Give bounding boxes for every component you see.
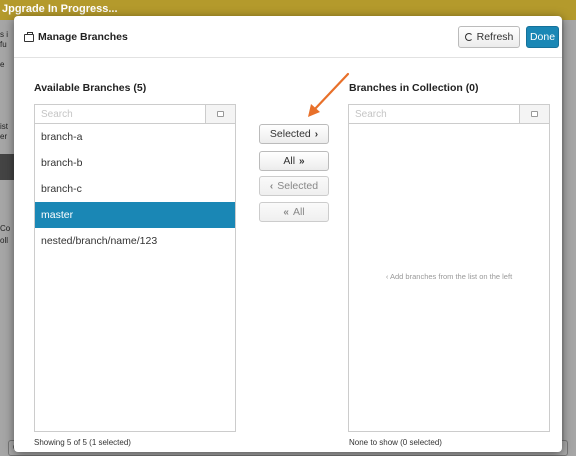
refresh-label: Refresh [476,31,514,43]
collection-search-input[interactable] [349,105,519,123]
remove-all-button[interactable]: « All [259,202,329,222]
modal-header: Manage Branches Refresh Done [14,16,562,58]
background-right-strip [564,20,576,456]
collection-branches-title: Branches in Collection (0) [349,82,479,94]
checkbox-icon [217,111,224,117]
manage-branches-modal: Manage Branches Refresh Done Available B… [14,16,562,452]
background-dark-block [0,154,14,180]
available-select-all-toggle[interactable] [205,105,235,123]
list-item[interactable]: branch-b [35,150,235,176]
double-chevron-right-icon: » [299,155,305,167]
empty-list-message: ‹ Add branches from the list on the left [349,272,549,281]
move-selected-label: Selected [269,128,311,140]
background-fragment: fu [0,40,7,49]
remove-selected-label: Selected [277,180,319,192]
collection-branches-list: ‹ Add branches from the list on the left [348,124,550,432]
background-fragment: e [0,60,5,69]
chevron-right-icon: › [314,128,319,140]
available-search-box [34,104,236,124]
move-all-button[interactable]: All » [259,151,329,171]
available-status: Showing 5 of 5 (1 selected) [34,438,131,447]
upgrade-banner-text: Jpgrade In Progress... [2,3,118,15]
collection-search-box [348,104,550,124]
remove-all-label: All [292,206,305,218]
empty-list-text: Add branches from the list on the left [390,272,513,281]
background-fragment: Co [0,224,11,233]
background-fragment: oll [0,236,9,245]
background-fragment: ist [0,122,8,131]
move-all-label: All [283,155,296,167]
list-item-selected[interactable]: master [35,202,235,228]
refresh-button[interactable]: Refresh [458,26,520,48]
list-item[interactable]: branch-a [35,124,235,150]
refresh-icon [464,33,473,41]
available-branches-list: branch-a branch-b branch-c master nested… [34,124,236,432]
done-button[interactable]: Done [526,26,559,48]
double-chevron-left-icon: « [283,206,289,218]
collection-status: None to show (0 selected) [349,438,442,447]
available-branches-title: Available Branches (5) [34,82,147,94]
background-fragment: er [0,132,8,141]
checkbox-icon [531,111,538,117]
list-item[interactable]: nested/branch/name/123 [35,228,235,254]
remove-selected-button[interactable]: ‹ Selected [259,176,329,196]
chevron-left-icon: ‹ [269,180,274,192]
background-fragment: s i [0,30,8,39]
briefcase-icon [24,31,34,42]
annotation-arrow-icon [308,72,350,117]
collection-select-all-toggle[interactable] [519,105,549,123]
move-selected-button[interactable]: Selected › [259,124,329,144]
modal-title-text: Manage Branches [38,31,128,43]
list-item[interactable]: branch-c [35,176,235,202]
modal-title: Manage Branches [24,31,128,43]
available-search-input[interactable] [35,105,205,123]
